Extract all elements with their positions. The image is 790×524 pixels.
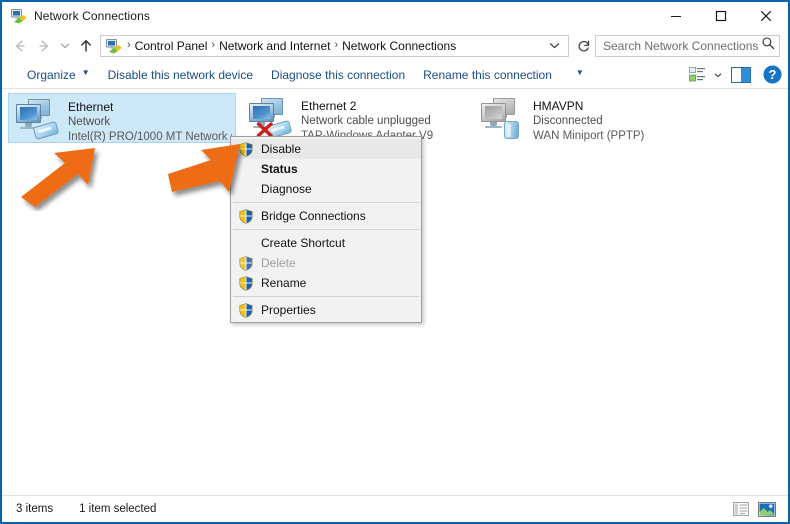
shield-icon	[235, 274, 257, 292]
connection-status: Network cable unplugged	[301, 114, 433, 129]
breadcrumb-item-network-connections[interactable]: Network Connections	[340, 39, 458, 53]
recent-locations-chevron[interactable]	[56, 34, 74, 58]
view-caret-icon[interactable]	[710, 64, 726, 86]
menu-separator	[233, 202, 419, 203]
address-bar[interactable]: › Control Panel › Network and Internet ›…	[100, 35, 569, 57]
svg-text:?: ?	[768, 67, 776, 82]
selection-label: 1 item selected	[79, 503, 156, 515]
menu-item-diagnose[interactable]: Diagnose	[231, 179, 421, 199]
menu-item-bridge-connections[interactable]: Bridge Connections	[231, 206, 421, 226]
breadcrumb-separator[interactable]: ›	[332, 40, 340, 51]
menu-item-create-shortcut[interactable]: Create Shortcut	[231, 233, 421, 253]
vpn-adapter-icon	[480, 97, 528, 141]
connection-name: Ethernet	[68, 100, 232, 115]
shield-icon	[235, 207, 257, 225]
menu-item-label: Create Shortcut	[257, 236, 345, 250]
menu-item-delete: Delete	[231, 253, 421, 273]
orange-arrow-right	[160, 140, 252, 207]
connection-name: HMAVPN	[533, 99, 644, 114]
connection-adapter: WAN Miniport (PPTP)	[533, 129, 644, 144]
orange-arrow-left	[10, 145, 110, 216]
menu-separator	[233, 229, 419, 230]
forward-arrow[interactable]	[32, 34, 56, 58]
title-bar-left: Network Connections	[2, 8, 653, 24]
title-bar: Network Connections	[2, 2, 788, 30]
menu-item-disable[interactable]: Disable	[231, 139, 421, 159]
chevron-down-icon: ▼	[82, 68, 90, 77]
navigation-bar: › Control Panel › Network and Internet ›…	[2, 30, 788, 61]
details-view-button[interactable]	[728, 498, 754, 520]
network-connections-icon	[11, 8, 27, 24]
network-adapter-icon	[15, 98, 63, 142]
connection-text: Ethernet Network Intel(R) PRO/1000 MT Ne…	[68, 98, 232, 145]
large-icons-view-button[interactable]	[754, 498, 780, 520]
breadcrumb-item-network-and-internet[interactable]: Network and Internet	[217, 39, 332, 53]
menu-item-label: Rename	[257, 276, 306, 290]
organize-button[interactable]: Organize ▼	[18, 64, 99, 86]
network-adapter-unplugged-icon	[248, 97, 296, 141]
network-connections-window: Network Connections	[0, 0, 790, 524]
chevron-down-icon[interactable]	[547, 40, 566, 51]
window-title: Network Connections	[34, 9, 150, 23]
overflow-caret-icon: ▼	[576, 68, 584, 77]
breadcrumb-separator[interactable]: ›	[125, 40, 133, 51]
change-view-icon[interactable]	[684, 64, 710, 86]
menu-item-status[interactable]: Status	[231, 159, 421, 179]
connection-item-hmavpn[interactable]: HMAVPN Disconnected WAN Miniport (PPTP)	[474, 93, 702, 143]
status-bar: 3 items 1 item selected	[2, 495, 788, 522]
menu-icon-placeholder	[235, 234, 257, 252]
item-count-label: 3 items	[16, 503, 53, 515]
connection-status: Network	[68, 115, 232, 130]
connection-item-ethernet[interactable]: Ethernet Network Intel(R) PRO/1000 MT Ne…	[8, 93, 236, 143]
search-input[interactable]	[603, 39, 761, 53]
menu-item-label: Diagnose	[257, 182, 312, 196]
connection-text: HMAVPN Disconnected WAN Miniport (PPTP)	[533, 97, 644, 144]
shield-icon	[235, 301, 257, 319]
minimize-button[interactable]	[653, 2, 698, 30]
breadcrumb-separator[interactable]: ›	[209, 40, 217, 51]
breadcrumb-network-icon	[106, 38, 122, 54]
diagnose-this-connection-button[interactable]: Diagnose this connection	[262, 64, 414, 86]
help-icon[interactable]: ?	[756, 64, 788, 86]
back-arrow[interactable]	[8, 34, 32, 58]
refresh-icon[interactable]	[573, 35, 595, 56]
menu-item-label: Bridge Connections	[257, 209, 366, 223]
menu-separator	[233, 296, 419, 297]
connection-status: Disconnected	[533, 114, 644, 129]
rename-this-connection-button[interactable]: Rename this connection	[414, 64, 561, 86]
menu-item-label: Disable	[257, 142, 301, 156]
breadcrumb-item-control-panel[interactable]: Control Panel	[133, 39, 210, 53]
disable-this-network-device-button[interactable]: Disable this network device	[99, 64, 262, 86]
search-box[interactable]	[595, 35, 780, 57]
menu-item-label: Delete	[257, 256, 296, 270]
up-arrow[interactable]	[74, 34, 98, 58]
command-bar: Organize ▼ Disable this network device D…	[2, 61, 788, 89]
close-button[interactable]	[743, 2, 788, 30]
shield-icon	[235, 254, 257, 272]
search-icon[interactable]	[761, 36, 775, 55]
menu-item-label: Properties	[257, 303, 316, 317]
maximize-button[interactable]	[698, 2, 743, 30]
menu-item-properties[interactable]: Properties	[231, 300, 421, 320]
menu-item-label: Status	[257, 162, 298, 176]
preview-pane-icon[interactable]	[726, 64, 756, 86]
menu-item-rename[interactable]: Rename	[231, 273, 421, 293]
organize-label: Organize	[27, 68, 76, 82]
connection-name: Ethernet 2	[301, 99, 433, 114]
context-menu: Disable Status Diagnose Bridge Connectio…	[230, 136, 422, 323]
toolbar-overflow-button[interactable]: ▼	[561, 64, 593, 86]
